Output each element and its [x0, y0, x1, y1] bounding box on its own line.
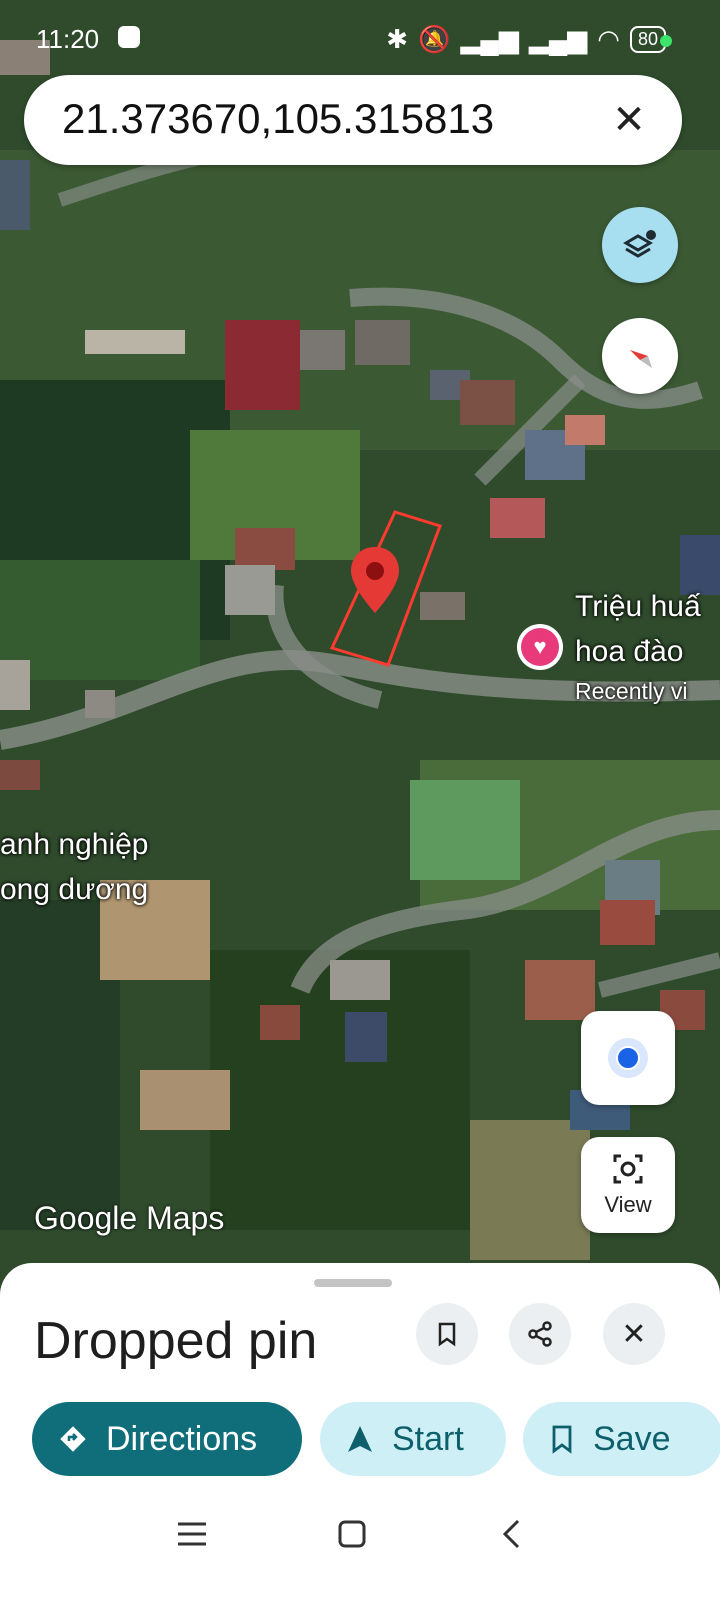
- poi-name-line2[interactable]: hoa đào: [575, 635, 683, 669]
- poi-name-line1[interactable]: Triệu huấ: [575, 590, 701, 624]
- recents-button[interactable]: [162, 1504, 222, 1564]
- layers-button[interactable]: [602, 207, 678, 283]
- close-sheet-button[interactable]: ✕: [603, 1303, 665, 1365]
- view-button[interactable]: View: [581, 1137, 675, 1233]
- bookmark-icon: [438, 1322, 456, 1347]
- bluetooth-icon: ✱: [386, 24, 409, 54]
- app-notification-icon: [118, 26, 140, 48]
- save-label: Save: [593, 1419, 671, 1458]
- google-maps-logo: Google Maps: [34, 1200, 225, 1236]
- share-icon: [528, 1321, 552, 1347]
- save-button[interactable]: Save: [523, 1402, 720, 1476]
- system-navigation-bar: [0, 1482, 720, 1600]
- compass-button[interactable]: [602, 318, 678, 394]
- place-label-line2[interactable]: ong dương: [0, 873, 148, 907]
- mute-icon: 🔕: [418, 24, 451, 54]
- dropped-pin-marker[interactable]: [348, 545, 402, 615]
- bookmark-save-icon: [549, 1424, 575, 1454]
- my-location-button[interactable]: [581, 1011, 675, 1105]
- poi-subtitle: Recently vi: [575, 678, 688, 704]
- heart-icon: ♥: [521, 628, 559, 666]
- place-title: Dropped pin: [34, 1312, 318, 1370]
- signal-icon: ▂▄▆: [460, 24, 519, 54]
- directions-icon: [58, 1424, 88, 1454]
- navigation-arrow-icon: [346, 1424, 374, 1454]
- search-query-text[interactable]: 21.373670,105.315813: [62, 95, 494, 143]
- clear-search-icon[interactable]: ✕: [604, 95, 654, 145]
- compass-icon: [630, 350, 652, 368]
- directions-label: Directions: [106, 1419, 258, 1458]
- saved-place-marker[interactable]: ♥: [517, 624, 563, 670]
- bookmark-button[interactable]: [416, 1303, 478, 1365]
- back-button[interactable]: [482, 1504, 542, 1564]
- home-button[interactable]: [322, 1504, 382, 1564]
- view-label: View: [604, 1192, 652, 1217]
- status-bar: 11:20 ✱ 🔕 ▂▄▆ ▂▄▆ ◠ 80: [0, 0, 720, 80]
- place-label-line1[interactable]: anh nghiệp: [0, 828, 148, 862]
- start-label: Start: [392, 1419, 464, 1458]
- layers-icon: [623, 230, 656, 258]
- status-icons: ✱ 🔕 ▂▄▆ ▂▄▆ ◠ 80: [386, 24, 666, 55]
- privacy-indicator-icon: [660, 35, 672, 47]
- start-button[interactable]: Start: [320, 1402, 506, 1476]
- home-square-icon: [338, 1520, 366, 1548]
- back-chevron-icon: [502, 1519, 520, 1549]
- menu-icon: [178, 1522, 206, 1546]
- share-button[interactable]: [509, 1303, 571, 1365]
- my-location-icon: [608, 1038, 648, 1078]
- sheet-drag-handle[interactable]: [314, 1279, 392, 1287]
- close-icon: ✕: [621, 1317, 647, 1351]
- search-bar[interactable]: 21.373670,105.315813 ✕: [24, 75, 682, 165]
- street-view-icon: [613, 1154, 643, 1184]
- signal-icon-2: ▂▄▆: [528, 24, 588, 54]
- directions-button[interactable]: Directions: [32, 1402, 302, 1476]
- status-time: 11:20: [36, 24, 100, 54]
- wifi-icon: ◠: [597, 24, 620, 54]
